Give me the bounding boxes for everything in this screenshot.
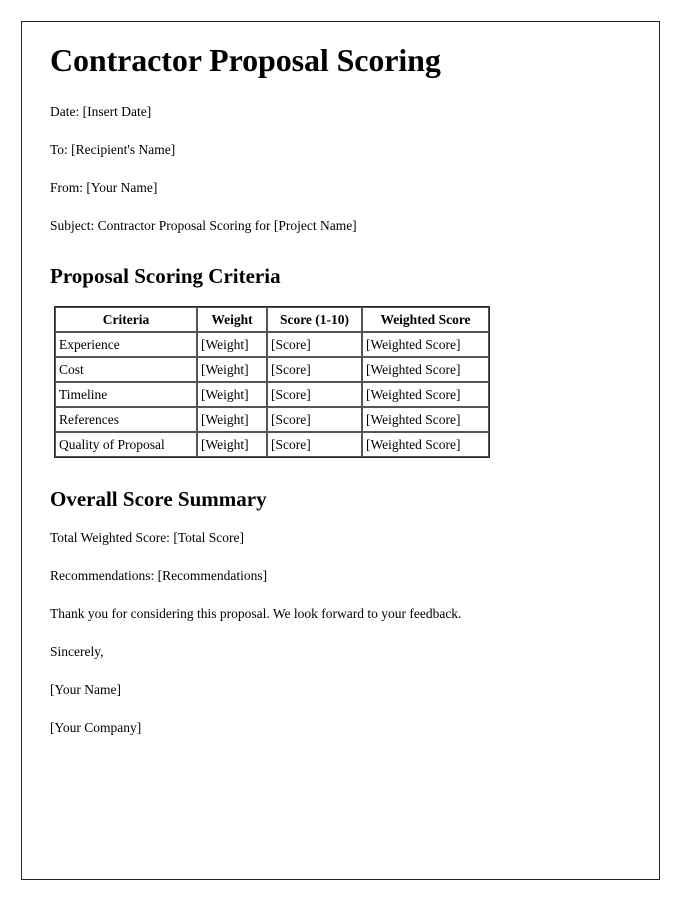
column-header-score: Score (1-10) (267, 307, 362, 333)
signoff-line: Sincerely, (50, 644, 104, 660)
table-row: Cost [Weight] [Score] [Weighted Score] (55, 357, 489, 383)
table-row: Experience [Weight] [Score] [Weighted Sc… (55, 332, 489, 358)
cell-weighted-score: [Weighted Score] (362, 407, 489, 433)
recommendations-line: Recommendations: [Recommendations] (50, 567, 268, 583)
cell-score: [Score] (267, 332, 362, 358)
cell-score: [Score] (267, 382, 362, 408)
cell-criteria: References (55, 407, 197, 433)
table-row: Timeline [Weight] [Score] [Weighted Scor… (55, 382, 489, 408)
closing-thanks-line: Thank you for considering this proposal.… (50, 605, 462, 621)
cell-score: [Score] (267, 357, 362, 383)
column-header-criteria: Criteria (55, 307, 197, 333)
table-header-row: Criteria Weight Score (1-10) Weighted Sc… (55, 307, 489, 333)
section-heading-scoring-criteria: Proposal Scoring Criteria (50, 264, 281, 289)
meta-line-date: Date: [Insert Date] (50, 103, 152, 119)
scoring-table-head: Criteria Weight Score (1-10) Weighted Sc… (55, 307, 489, 333)
cell-weight: [Weight] (197, 407, 267, 433)
column-header-weight: Weight (197, 307, 267, 333)
section-heading-overall-score-summary: Overall Score Summary (50, 487, 267, 512)
page-title: Contractor Proposal Scoring (50, 42, 441, 78)
cell-weighted-score: [Weighted Score] (362, 382, 489, 408)
cell-criteria: Cost (55, 357, 197, 383)
cell-weighted-score: [Weighted Score] (362, 332, 489, 358)
cell-criteria: Quality of Proposal (55, 432, 197, 458)
meta-line-from: From: [Your Name] (50, 179, 158, 195)
cell-weighted-score: [Weighted Score] (362, 357, 489, 383)
signature-company-line: [Your Company] (50, 720, 142, 736)
cell-criteria: Experience (55, 332, 197, 358)
cell-score: [Score] (267, 407, 362, 433)
signature-name-line: [Your Name] (50, 682, 121, 698)
table-row: References [Weight] [Score] [Weighted Sc… (55, 407, 489, 433)
cell-weighted-score: [Weighted Score] (362, 432, 489, 458)
document-page: Contractor Proposal Scoring Date: [Inser… (21, 21, 660, 880)
cell-score: [Score] (267, 432, 362, 458)
cell-weight: [Weight] (197, 432, 267, 458)
scoring-table-wrapper: Criteria Weight Score (1-10) Weighted Sc… (54, 306, 639, 459)
meta-line-to: To: [Recipient's Name] (50, 141, 176, 157)
cell-criteria: Timeline (55, 382, 197, 408)
column-header-weighted-score: Weighted Score (362, 307, 489, 333)
table-row: Quality of Proposal [Weight] [Score] [We… (55, 432, 489, 458)
scoring-table-body: Experience [Weight] [Score] [Weighted Sc… (55, 332, 489, 458)
cell-weight: [Weight] (197, 332, 267, 358)
total-weighted-score-line: Total Weighted Score: [Total Score] (50, 529, 244, 545)
document-body: Contractor Proposal Scoring Date: [Inser… (50, 42, 639, 759)
cell-weight: [Weight] (197, 357, 267, 383)
scoring-criteria-table: Criteria Weight Score (1-10) Weighted Sc… (54, 306, 490, 459)
cell-weight: [Weight] (197, 382, 267, 408)
meta-line-subject: Subject: Contractor Proposal Scoring for… (50, 218, 357, 234)
